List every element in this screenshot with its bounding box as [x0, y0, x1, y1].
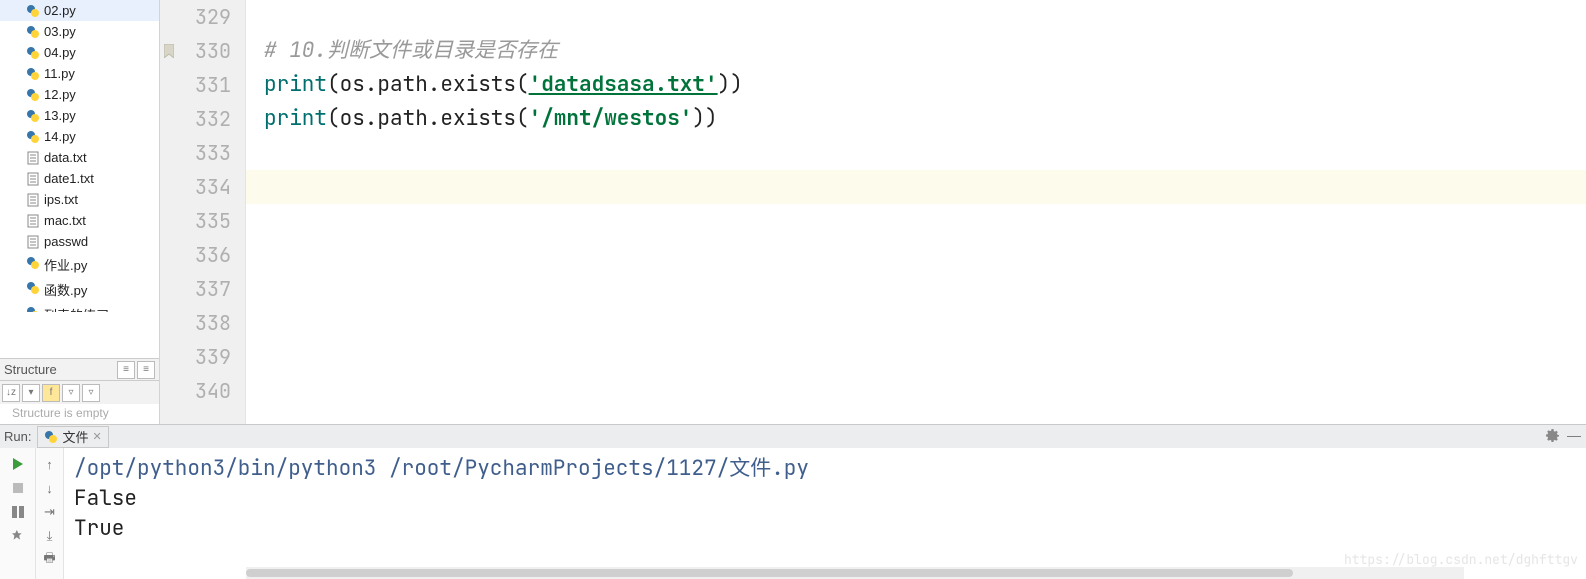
line-number[interactable]: 339: [160, 340, 245, 374]
scroll-icon[interactable]: ⤓: [40, 526, 60, 546]
structure-empty-label: Structure is empty: [0, 404, 159, 424]
line-number[interactable]: 329: [160, 0, 245, 34]
run-tool-bar: Run: 文件 ✕ —: [0, 424, 1586, 448]
bookmark-icon: [164, 44, 174, 58]
console-line: False: [74, 484, 1576, 514]
structure-filter-f-icon[interactable]: f: [42, 384, 60, 402]
run-tab-label: 文件: [62, 427, 88, 446]
file-name: mac.txt: [44, 213, 86, 228]
line-number[interactable]: 340: [160, 374, 245, 408]
line-number[interactable]: 335: [160, 204, 245, 238]
file-name: data.txt: [44, 150, 87, 165]
file-name: ips.txt: [44, 192, 78, 207]
code-line: [246, 204, 1586, 238]
structure-az-icon[interactable]: ↓z: [2, 384, 20, 402]
line-number[interactable]: 337: [160, 272, 245, 306]
file-item[interactable]: 列表的练习: [0, 302, 159, 312]
file-item[interactable]: passwd: [0, 231, 159, 252]
file-name: 03.py: [44, 24, 76, 39]
code-line: [246, 136, 1586, 170]
file-name: 02.py: [44, 3, 76, 18]
file-item[interactable]: mac.txt: [0, 210, 159, 231]
code-line: [246, 340, 1586, 374]
console-command: /opt/python3/bin/python3 /root/PycharmPr…: [74, 454, 1576, 484]
layout-icon[interactable]: [8, 502, 28, 522]
file-item[interactable]: 14.py: [0, 126, 159, 147]
file-item[interactable]: 02.py: [0, 0, 159, 21]
file-item[interactable]: 03.py: [0, 21, 159, 42]
structure-filter3-icon[interactable]: ▿: [82, 384, 100, 402]
line-number[interactable]: 334: [160, 170, 245, 204]
line-number[interactable]: 336: [160, 238, 245, 272]
project-sidebar: 02.py 03.py 04.py 11.py 12.py 13.py 14.py data.…: [0, 0, 160, 424]
line-number[interactable]: 332: [160, 102, 245, 136]
file-item[interactable]: 作业.py: [0, 252, 159, 277]
code-line: # 10.判断文件或目录是否存在: [246, 34, 1586, 68]
file-item[interactable]: 11.py: [0, 63, 159, 84]
structure-toolbar: ↓z ▾ f ▿ ▿: [0, 380, 159, 404]
file-name: date1.txt: [44, 171, 94, 186]
file-name: 13.py: [44, 108, 76, 123]
console-line: True: [74, 514, 1576, 544]
file-item[interactable]: 04.py: [0, 42, 159, 63]
file-name: 函数.py: [44, 283, 87, 298]
code-line: [246, 374, 1586, 408]
line-number[interactable]: 333: [160, 136, 245, 170]
structure-sort-icon[interactable]: ≡: [117, 361, 135, 379]
console-actions-left: [0, 448, 36, 579]
code-line: [246, 272, 1586, 306]
structure-filter1-icon[interactable]: ▾: [22, 384, 40, 402]
file-name: 作业.py: [44, 258, 87, 273]
code-line: print(os.path.exists('datadsasa.txt')): [246, 68, 1586, 102]
file-name: 14.py: [44, 129, 76, 144]
editor-gutter[interactable]: 329330331332333334335336337338339340: [160, 0, 246, 424]
code-area[interactable]: # 10.判断文件或目录是否存在 print(os.path.exists('d…: [246, 0, 1586, 424]
wrap-icon[interactable]: ⇥: [40, 502, 60, 522]
structure-label: Structure: [4, 362, 57, 377]
file-name: 12.py: [44, 87, 76, 102]
console-panel: ↑ ↓ ⇥ ⤓ 🖶 /opt/python3/bin/python3 /root…: [0, 448, 1586, 579]
code-line-current: [246, 170, 1586, 204]
file-name: passwd: [44, 234, 88, 249]
file-item[interactable]: 13.py: [0, 105, 159, 126]
run-icon[interactable]: [8, 454, 28, 474]
file-item[interactable]: 12.py: [0, 84, 159, 105]
line-number[interactable]: 331: [160, 68, 245, 102]
structure-sort2-icon[interactable]: ≡: [137, 361, 155, 379]
print-icon[interactable]: 🖶: [40, 550, 60, 570]
structure-header[interactable]: Structure ≡ ≡: [0, 358, 159, 380]
line-number[interactable]: 330: [160, 34, 245, 68]
console-actions-right: ↑ ↓ ⇥ ⤓ 🖶: [36, 448, 64, 579]
minimize-icon[interactable]: —: [1566, 427, 1582, 443]
run-tab[interactable]: 文件 ✕: [37, 426, 108, 448]
gear-icon[interactable]: [1544, 427, 1560, 443]
file-list[interactable]: 02.py 03.py 04.py 11.py 12.py 13.py 14.py data.…: [0, 0, 159, 358]
structure-filter2-icon[interactable]: ▿: [62, 384, 80, 402]
down-icon[interactable]: ↓: [40, 478, 60, 498]
code-line: [246, 238, 1586, 272]
file-item[interactable]: 函数.py: [0, 277, 159, 302]
line-number[interactable]: 338: [160, 306, 245, 340]
python-file-icon: [44, 430, 58, 444]
close-icon[interactable]: ✕: [92, 430, 101, 443]
file-item[interactable]: date1.txt: [0, 168, 159, 189]
pin-icon[interactable]: [8, 526, 28, 546]
code-editor[interactable]: 329330331332333334335336337338339340 # 1…: [160, 0, 1586, 424]
up-icon[interactable]: ↑: [40, 454, 60, 474]
stop-icon[interactable]: [8, 478, 28, 498]
run-label: Run:: [0, 429, 37, 444]
code-line: print(os.path.exists('/mnt/westos')): [246, 102, 1586, 136]
code-line: [246, 306, 1586, 340]
file-name: 04.py: [44, 45, 76, 60]
file-name: 11.py: [44, 66, 75, 81]
code-line: [246, 0, 1586, 34]
file-item[interactable]: data.txt: [0, 147, 159, 168]
file-item[interactable]: ips.txt: [0, 189, 159, 210]
console-output[interactable]: /opt/python3/bin/python3 /root/PycharmPr…: [64, 448, 1586, 579]
file-name: 列表的练习: [44, 308, 109, 312]
watermark: https://blog.csdn.net/dghfttgv: [1344, 545, 1578, 575]
